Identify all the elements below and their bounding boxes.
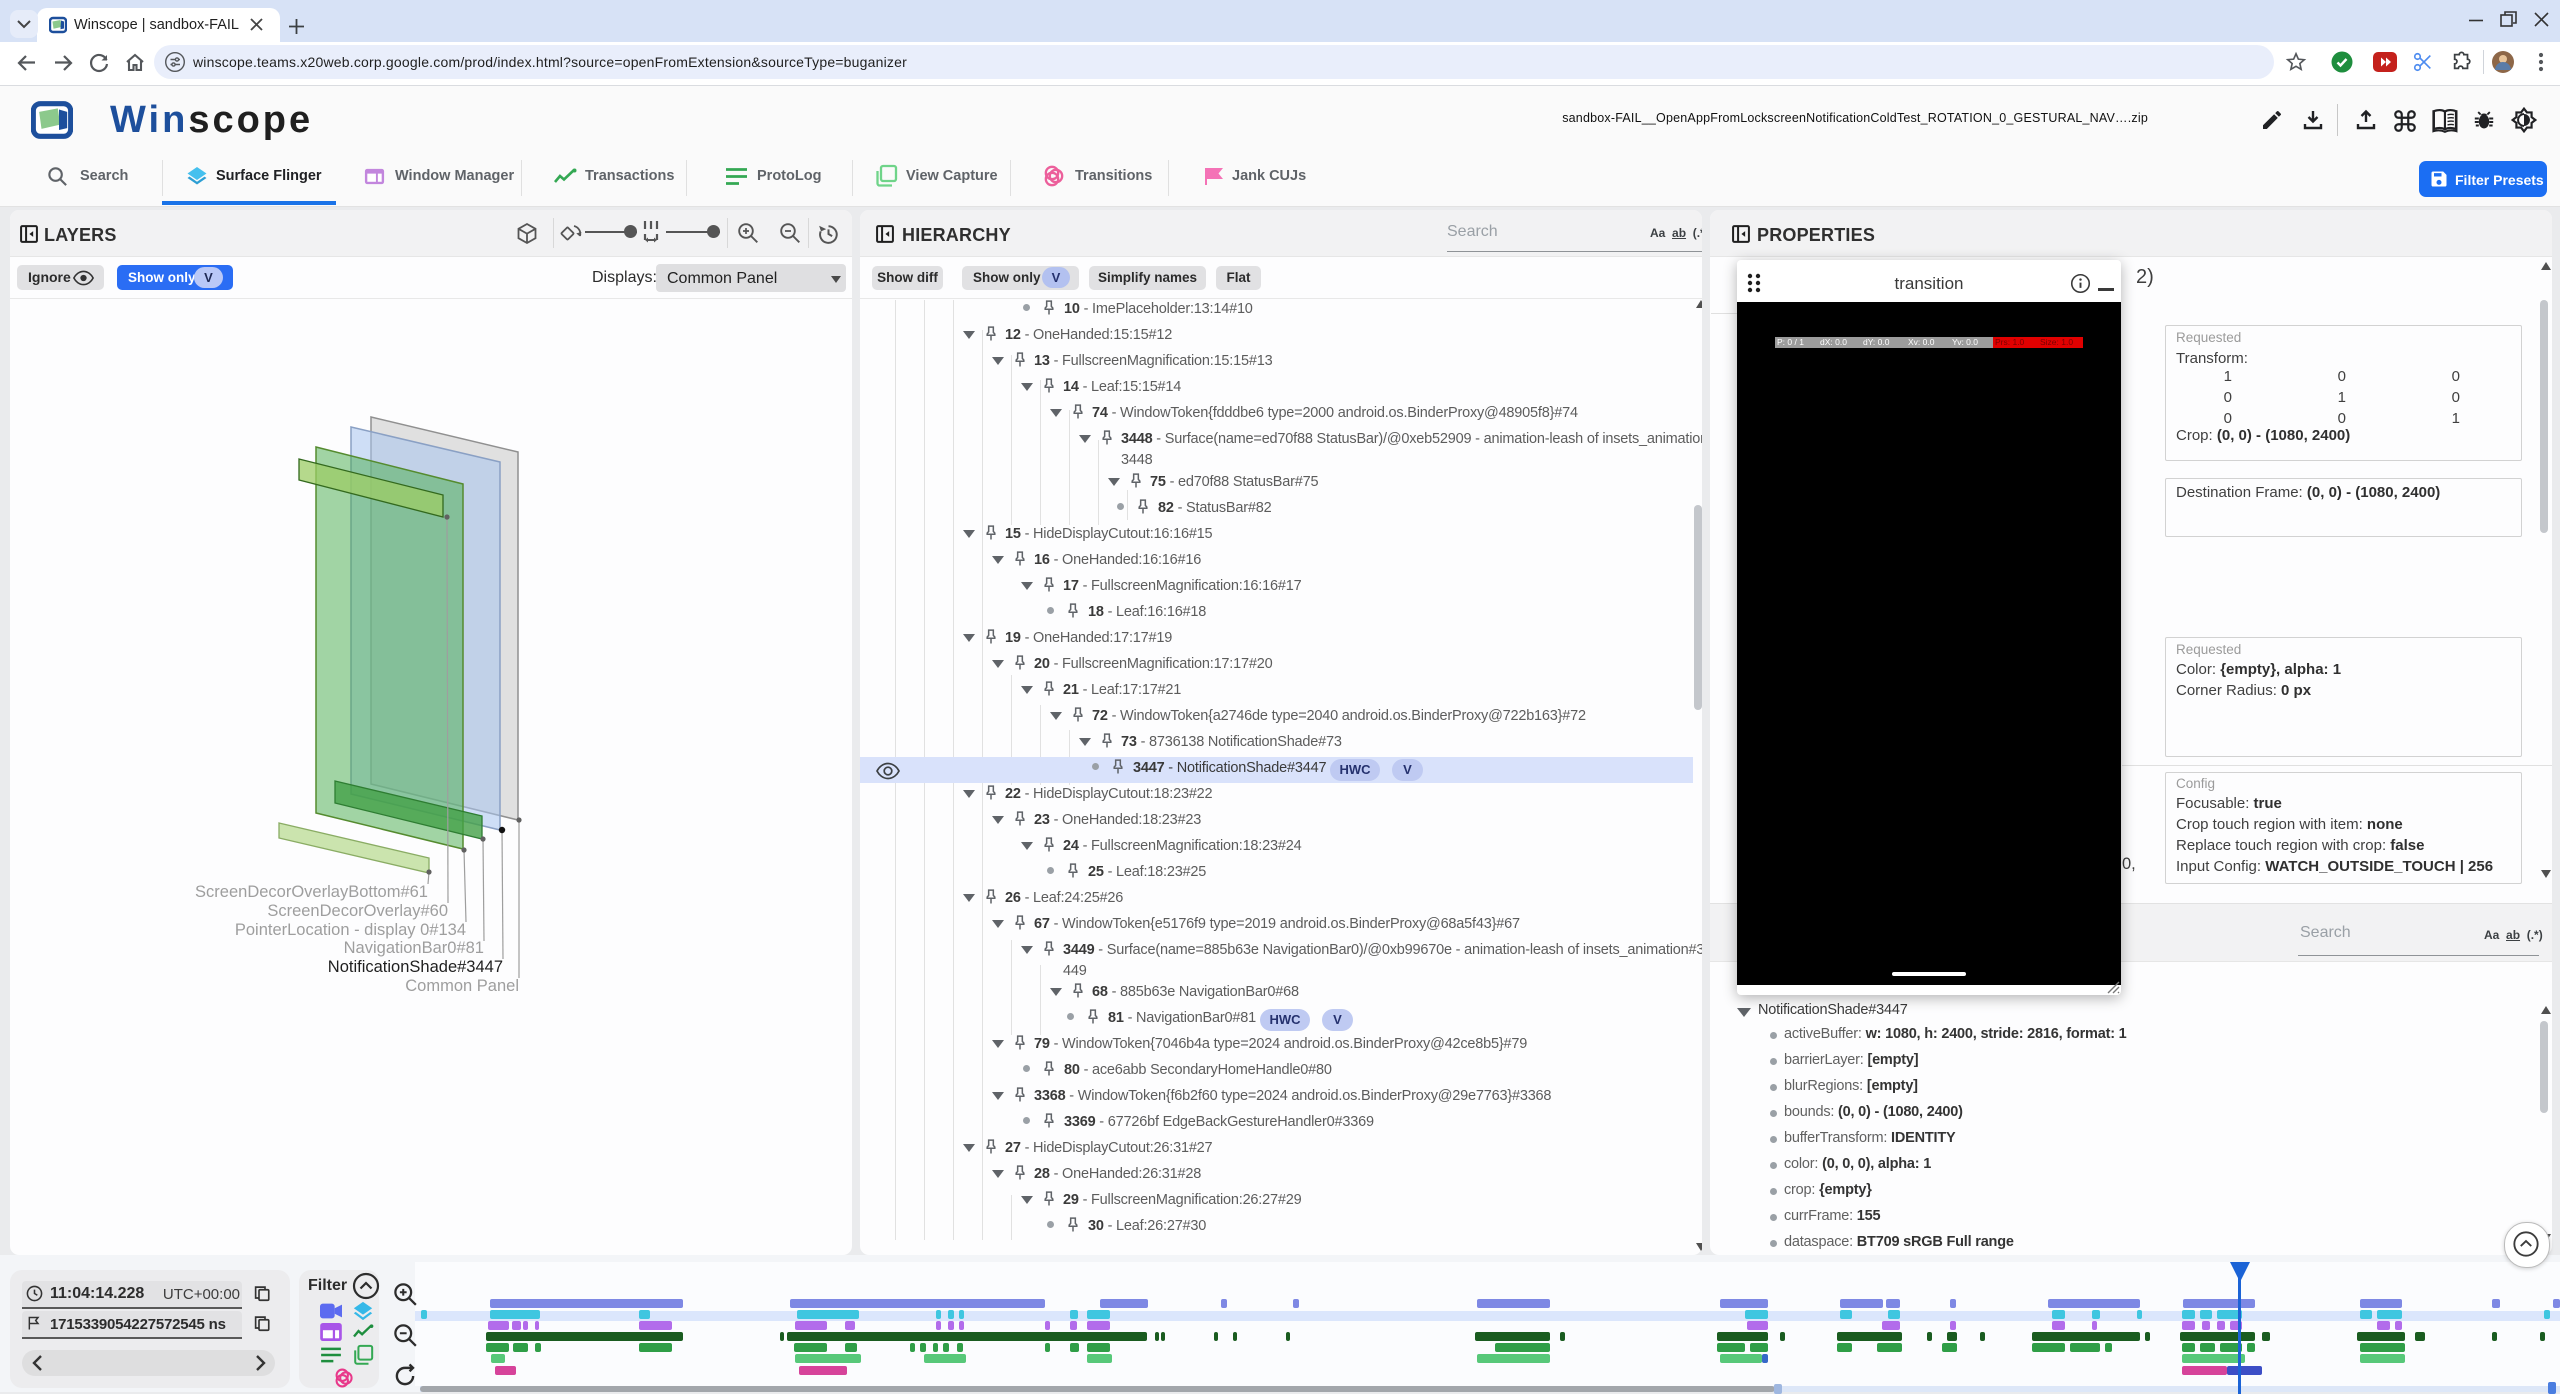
svg-text:NotificationShade#3447: NotificationShade#3447	[328, 958, 503, 976]
svg-text:Common Panel: Common Panel	[405, 977, 519, 995]
svg-text:ScreenDecorOverlayBottom#61: ScreenDecorOverlayBottom#61	[195, 883, 428, 901]
svg-text:NavigationBar0#81: NavigationBar0#81	[344, 939, 484, 957]
svg-text:PointerLocation - display 0#13: PointerLocation - display 0#134	[235, 921, 466, 939]
svg-text:ScreenDecorOverlay#60: ScreenDecorOverlay#60	[267, 902, 448, 920]
